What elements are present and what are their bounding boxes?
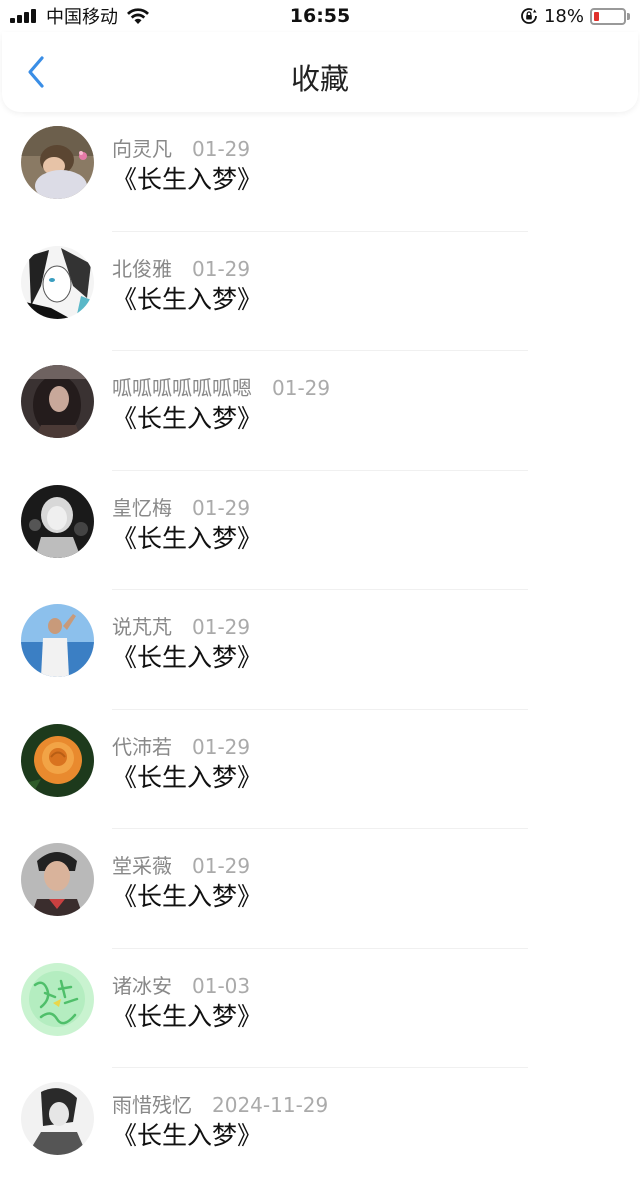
child-hug-photo [21, 126, 94, 199]
work-title: 《长生入梦》 [112, 523, 263, 553]
author-name: 说芃芃 [112, 615, 172, 639]
author-name: 皇忆梅 [112, 495, 172, 520]
battery-level [594, 11, 599, 21]
rotation-lock-icon [521, 8, 537, 24]
avatar[interactable] [21, 1082, 94, 1155]
page-title: 收藏 [290, 62, 349, 96]
avatar[interactable] [21, 365, 94, 438]
item-date: 01-03 [192, 973, 251, 998]
item-date: 01-29 [192, 256, 251, 281]
list-item[interactable]: 北俊雅 01-29 《长生入梦》 [0, 232, 640, 351]
manga-girl-bw [21, 245, 94, 319]
avatar[interactable] [21, 604, 94, 677]
green-calligraphy [21, 962, 94, 1036]
list-item[interactable]: 诸冰安 01-03 《长生入梦》 [0, 949, 640, 1068]
work-title: 《长生入梦》 [112, 762, 263, 792]
avatar[interactable] [21, 245, 94, 319]
item-meta: 呱呱呱呱呱呱嗯 01-29 [112, 372, 330, 401]
avatar[interactable] [21, 843, 94, 916]
nav-header: 收藏 [2, 32, 638, 112]
man-by-sea [21, 604, 94, 677]
author-name: 堂采薇 [112, 854, 172, 878]
work-title: 《长生入梦》 [112, 643, 263, 672]
author-name: 呱呱呱呱呱呱嗯 [112, 376, 252, 400]
item-date: 01-29 [192, 495, 251, 520]
item-meta: 说芃芃 01-29 [112, 611, 250, 640]
item-date: 01-29 [272, 376, 331, 400]
status-bar: 中国移动 16:55 18% [0, 0, 640, 32]
bw-sketch [21, 1082, 94, 1155]
list-item[interactable]: 说芃芃 01-29 《长生入梦》 [0, 590, 640, 710]
list-item[interactable]: 雨惜残忆 2024-11-29 《长生入梦》 [0, 1068, 640, 1188]
battery-icon [590, 7, 626, 25]
battery-percent: 18% [543, 5, 584, 27]
list-item[interactable]: 代沛若 01-29 《长生入梦》 [0, 710, 640, 829]
battery-nub [627, 12, 630, 20]
young-man-portrait [21, 843, 94, 916]
dark-hair-woman [21, 365, 94, 438]
item-meta: 堂采薇 01-29 [112, 850, 250, 879]
avatar[interactable] [21, 962, 94, 1036]
author-name: 诸冰安 [112, 973, 172, 998]
item-date: 01-29 [192, 137, 251, 161]
avatar[interactable] [21, 126, 94, 199]
item-date: 01-29 [192, 734, 251, 759]
item-date: 2024-11-29 [212, 1093, 329, 1117]
girl-bw-photo [21, 484, 94, 558]
item-meta: 诸冰安 01-03 [112, 970, 250, 999]
list-item[interactable]: 皇忆梅 01-29 《长生入梦》 [0, 471, 640, 590]
status-right: 18% [520, 5, 630, 27]
work-title: 《长生入梦》 [112, 284, 263, 314]
item-meta: 代沛若 01-29 [112, 731, 250, 760]
orange-rose [21, 723, 94, 797]
item-meta: 雨惜残忆 2024-11-29 [112, 1089, 328, 1118]
list-item[interactable]: 向灵凡 01-29 《长生入梦》 [0, 112, 640, 232]
avatar[interactable] [21, 484, 94, 558]
author-name: 代沛若 [112, 734, 172, 759]
list-item[interactable]: 呱呱呱呱呱呱嗯 01-29 《长生入梦》 [0, 351, 640, 471]
work-title: 《长生入梦》 [112, 404, 263, 433]
item-meta: 北俊雅 01-29 [112, 253, 250, 282]
author-name: 北俊雅 [112, 256, 172, 281]
author-name: 雨惜残忆 [112, 1093, 192, 1117]
work-title: 《长生入梦》 [112, 165, 263, 194]
avatar[interactable] [21, 723, 94, 797]
list-item[interactable]: 堂采薇 01-29 《长生入梦》 [0, 829, 640, 949]
favorites-list: 向灵凡 01-29 《长生入梦》 北俊雅 01-29 《长生入梦》 呱呱呱呱呱呱… [0, 112, 640, 1188]
item-meta: 向灵凡 01-29 [112, 133, 250, 162]
work-title: 《长生入梦》 [112, 882, 263, 911]
item-meta: 皇忆梅 01-29 [112, 492, 250, 521]
work-title: 《长生入梦》 [112, 1121, 263, 1150]
work-title: 《长生入梦》 [112, 1001, 263, 1031]
item-date: 01-29 [192, 615, 251, 639]
item-date: 01-29 [192, 854, 251, 878]
author-name: 向灵凡 [112, 137, 172, 161]
